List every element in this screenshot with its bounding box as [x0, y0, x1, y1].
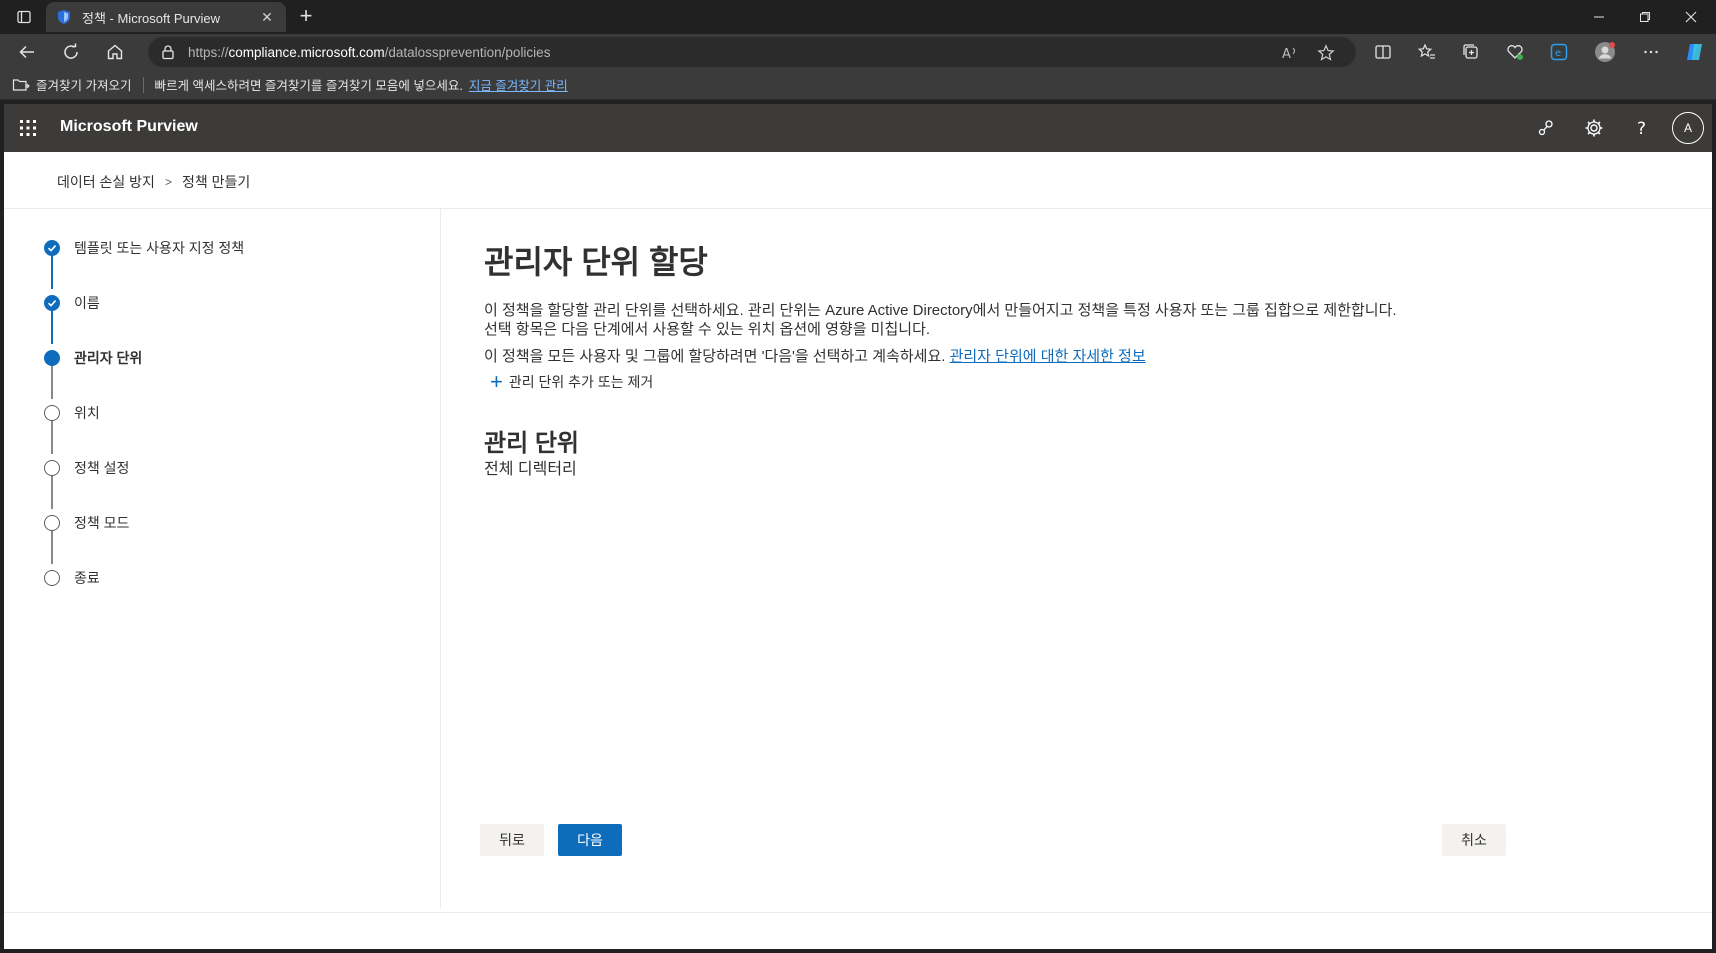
- address-bar[interactable]: https://compliance.microsoft.com/datalos…: [148, 37, 1356, 67]
- help-icon[interactable]: ?: [1630, 116, 1654, 140]
- plus-icon: +: [490, 369, 503, 394]
- check-icon: [44, 295, 60, 311]
- active-tab[interactable]: 정책 - Microsoft Purview ✕: [46, 2, 286, 32]
- import-favorites-icon: [12, 78, 30, 91]
- step-connector: [51, 419, 53, 454]
- settings-gear-icon[interactable]: [1582, 116, 1606, 140]
- address-toolbar: https://compliance.microsoft.com/datalos…: [0, 34, 1716, 70]
- add-remove-admin-units-button[interactable]: + 관리 단위 추가 또는 제거: [490, 369, 653, 394]
- split-screen-icon[interactable]: [1368, 38, 1398, 66]
- tab-actions-icon[interactable]: [8, 4, 40, 30]
- learn-more-link[interactable]: 관리자 단위에 대한 자세한 정보: [950, 348, 1146, 365]
- step-label: 종료: [74, 570, 100, 586]
- purview-shield-icon: [58, 10, 70, 24]
- step-admin-units[interactable]: 관리자 단위: [44, 348, 142, 368]
- step-policy-mode: 정책 모드: [44, 513, 129, 533]
- user-avatar[interactable]: A: [1672, 112, 1704, 144]
- step-connector: [51, 309, 53, 344]
- step-policy-settings: 정책 설정: [44, 458, 129, 478]
- lock-icon[interactable]: [160, 44, 176, 60]
- back-button[interactable]: 뒤로: [480, 824, 544, 856]
- check-icon: [44, 240, 60, 256]
- svg-text:?: ?: [1637, 119, 1646, 138]
- empty-circle-icon: [44, 460, 60, 476]
- panel-divider: [440, 209, 441, 909]
- step-connector: [51, 364, 53, 399]
- empty-circle-icon: [44, 515, 60, 531]
- svg-text:e: e: [1555, 48, 1561, 59]
- copilot-icon[interactable]: [1680, 38, 1710, 66]
- url-text: https://compliance.microsoft.com/datalos…: [188, 44, 551, 60]
- collections-icon[interactable]: [1456, 38, 1486, 66]
- current-step-icon: [44, 350, 60, 366]
- browser-essentials-icon[interactable]: [1500, 38, 1530, 66]
- breadcrumb: 데이터 손실 방지 > 정책 만들기: [57, 172, 250, 192]
- breadcrumb-item-create-policy: 정책 만들기: [181, 174, 251, 190]
- empty-circle-icon: [44, 405, 60, 421]
- step-label: 관리자 단위: [74, 350, 143, 366]
- empty-circle-icon: [44, 570, 60, 586]
- app-launcher-icon[interactable]: [18, 118, 38, 138]
- tab-bar: 정책 - Microsoft Purview ✕ +: [0, 0, 1716, 34]
- step-name[interactable]: 이름: [44, 293, 100, 313]
- home-icon[interactable]: [100, 38, 130, 66]
- step-label: 위치: [74, 405, 100, 421]
- step-label: 정책 설정: [74, 460, 130, 476]
- step-connector: [51, 529, 53, 564]
- step-label: 이름: [74, 295, 100, 311]
- profile-icon[interactable]: [1590, 38, 1620, 66]
- page-title: 관리자 단위 할당: [484, 244, 708, 280]
- favorites-hint: 빠르게 액세스하려면 즐겨찾기를 즐겨찾기 모음에 넣으세요.: [154, 79, 463, 93]
- page-description: 이 정책을 할당할 관리 단위를 선택하세요. 관리 단위는 Azure Act…: [484, 302, 1397, 338]
- section-title: 관리 단위: [484, 430, 579, 457]
- next-button[interactable]: 다음: [558, 824, 622, 856]
- favorites-separator: [143, 76, 145, 93]
- import-favorites-button[interactable]: 즐겨찾기 가져오기: [36, 75, 131, 94]
- new-tab-icon[interactable]: +: [294, 5, 318, 29]
- refresh-icon[interactable]: [56, 38, 86, 66]
- edge-icon[interactable]: e: [1544, 38, 1574, 66]
- manage-favorites-link[interactable]: 지금 즐겨찾기 관리: [469, 75, 568, 94]
- svg-text:A: A: [1282, 47, 1291, 61]
- footer-divider: [4, 912, 1712, 913]
- suite-header: Microsoft Purview ? A: [4, 104, 1712, 152]
- header-divider: [4, 208, 1712, 209]
- step-template[interactable]: 템플릿 또는 사용자 지정 정책: [44, 238, 244, 258]
- browser-window: 정책 - Microsoft Purview ✕ + https://compl…: [0, 0, 1716, 953]
- favorites-bar: 즐겨찾기 가져오기 빠르게 액세스하려면 즐겨찾기를 즐겨찾기 모음에 넣으세요…: [0, 70, 1716, 100]
- step-connector: [51, 254, 53, 289]
- step-label: 템플릿 또는 사용자 지정 정책: [74, 240, 245, 256]
- page-description-secondary: 이 정책을 모든 사용자 및 그룹에 할당하려면 '다음'을 선택하고 계속하세…: [484, 348, 1146, 365]
- favorites-icon[interactable]: [1412, 38, 1442, 66]
- app-brand[interactable]: Microsoft Purview: [60, 118, 198, 136]
- cancel-button[interactable]: 취소: [1442, 824, 1506, 856]
- step-connector: [51, 474, 53, 509]
- read-aloud-icon[interactable]: A: [1280, 43, 1300, 63]
- more-options-icon[interactable]: [1636, 38, 1666, 66]
- breadcrumb-item-dlp[interactable]: 데이터 손실 방지: [57, 172, 155, 192]
- restore-icon[interactable]: [1622, 0, 1668, 34]
- minimize-icon[interactable]: [1576, 0, 1622, 34]
- graph-connections-icon[interactable]: [1534, 116, 1558, 140]
- step-locations: 위치: [44, 403, 100, 423]
- step-finish: 종료: [44, 568, 100, 588]
- close-tab-icon[interactable]: ✕: [258, 9, 276, 26]
- section-value: 전체 디렉터리: [484, 461, 577, 478]
- tab-title: 정책 - Microsoft Purview: [82, 10, 221, 26]
- back-arrow-icon[interactable]: [12, 38, 42, 66]
- step-label: 정책 모드: [74, 515, 130, 531]
- purview-app: Microsoft Purview ? A 데이터 손실 방지 > 정책 만들기: [4, 104, 1712, 949]
- close-window-icon[interactable]: [1668, 0, 1714, 34]
- chevron-right-icon: >: [164, 175, 172, 189]
- favorite-star-icon[interactable]: [1316, 43, 1336, 63]
